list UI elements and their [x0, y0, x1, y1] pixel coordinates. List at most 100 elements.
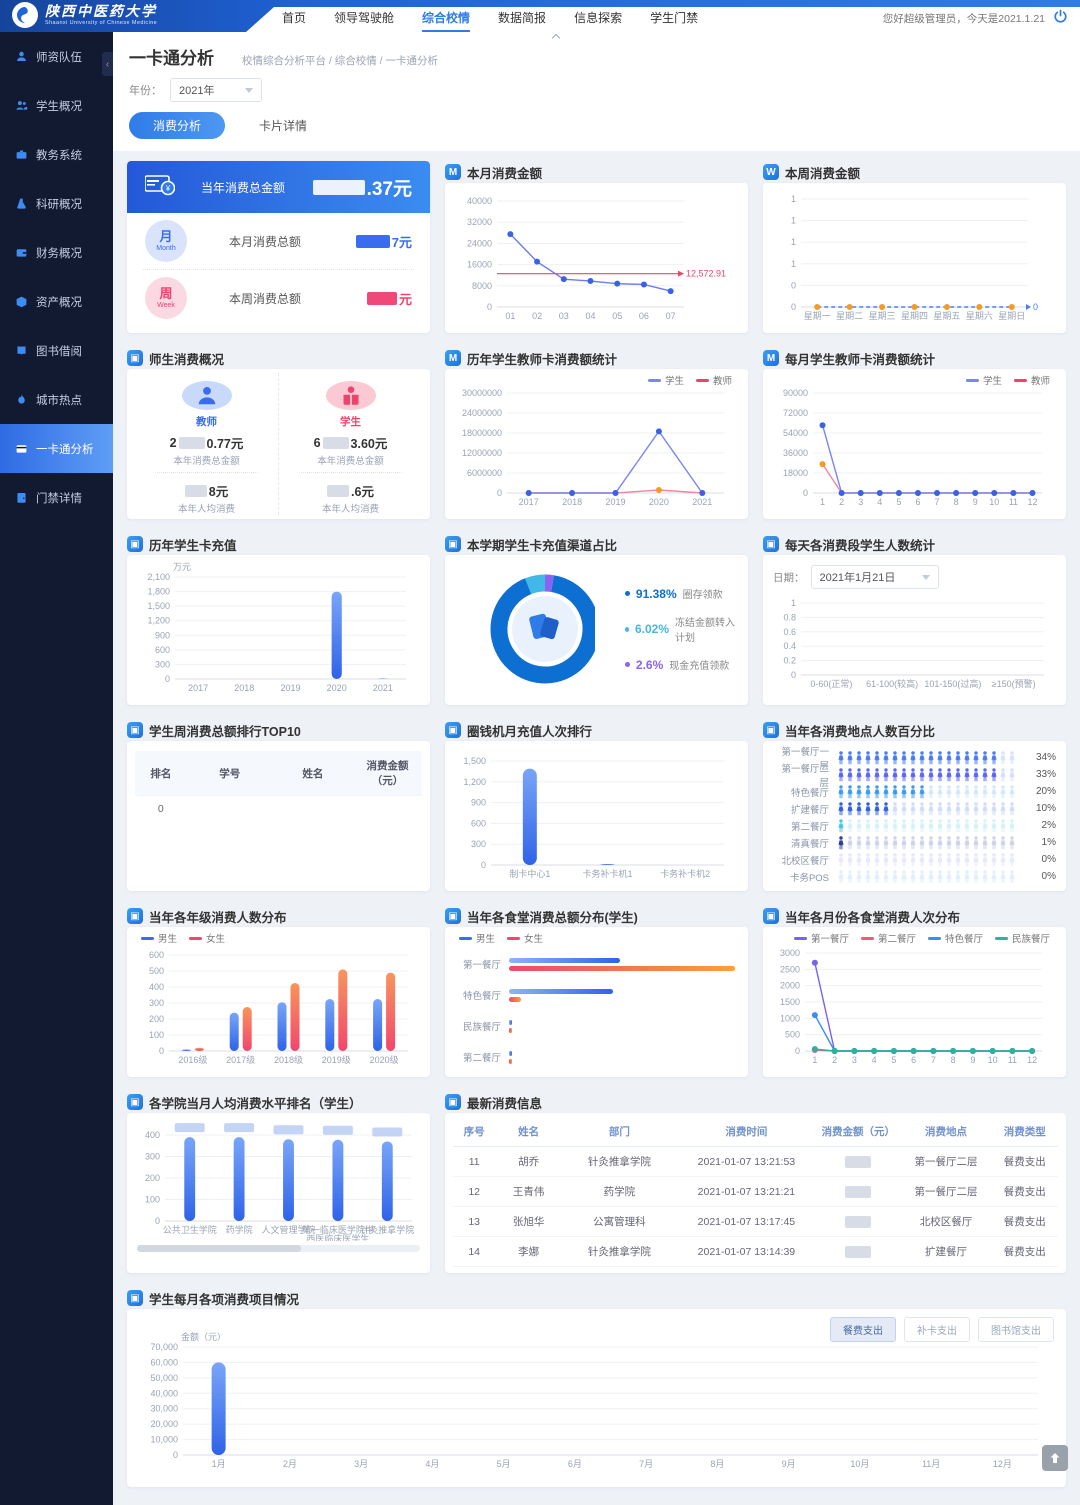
svg-text:5: 5	[891, 1055, 896, 1065]
svg-text:24000: 24000	[467, 238, 492, 248]
person-icon	[999, 768, 1007, 782]
section-title: 每月学生教师卡消费额统计	[785, 349, 935, 368]
person-icon	[837, 836, 845, 850]
nav-item[interactable]: 数据简报	[498, 7, 546, 32]
section-title: 当年各月份各食堂消费人次分布	[785, 907, 960, 926]
tab-consume-analysis[interactable]: 消费分析	[129, 112, 225, 139]
svg-text:星期一: 星期一	[804, 311, 831, 321]
top-bar: 陕西中医药大学 Shaanxi University of Chinese Me…	[0, 0, 1080, 32]
scrollbar-thumb[interactable]	[137, 1245, 301, 1252]
pictogram-row: 第二餐厅2%	[773, 817, 1056, 834]
svg-text:9: 9	[970, 1055, 975, 1065]
card-icon: ▣	[445, 722, 461, 738]
project-filter-button[interactable]: 图书馆支出	[978, 1317, 1054, 1342]
sidebar-item[interactable]: 城市热点	[0, 375, 113, 424]
person-icon	[954, 802, 962, 816]
hbar-row: 第一餐厅	[453, 957, 740, 971]
person-icon	[918, 768, 926, 782]
svg-text:32000: 32000	[467, 217, 492, 227]
year-select[interactable]: 2021年	[170, 78, 262, 102]
person-icon	[846, 836, 854, 850]
chevron-down-icon	[245, 88, 253, 93]
project-filter-button[interactable]: 补卡支出	[904, 1317, 970, 1342]
person-icon	[954, 853, 962, 867]
project-filter-button[interactable]: 餐费支出	[830, 1317, 896, 1342]
svg-text:7: 7	[935, 497, 940, 507]
person-icon	[873, 853, 881, 867]
svg-text:2018级: 2018级	[274, 1054, 303, 1065]
redacted-value	[367, 292, 397, 305]
table-row: 11胡乔针灸推拿学院2021-01-07 13:21:53第一餐厅二层餐费支出	[453, 1147, 1058, 1177]
person-icon	[972, 819, 980, 833]
nav-item[interactable]: 首页	[282, 7, 306, 32]
nav-item[interactable]: 领导驾驶舱	[334, 7, 394, 32]
chart-legend: 男生女生	[459, 931, 543, 945]
sidebar-item[interactable]: 一卡通分析	[0, 424, 113, 473]
svg-text:12: 12	[1027, 1055, 1037, 1065]
person-icon	[945, 768, 953, 782]
svg-text:400: 400	[149, 982, 164, 992]
table-row: 13张旭华公寓管理科2021-01-07 13:17:45北校区餐厅餐费支出	[453, 1207, 1058, 1237]
sidebar-item[interactable]: 门禁详情	[0, 473, 113, 522]
svg-text:03: 03	[559, 311, 569, 321]
person-icon	[999, 785, 1007, 799]
svg-text:8: 8	[954, 497, 959, 507]
svg-text:900: 900	[471, 798, 486, 808]
top-navigation: 首页 领导驾驶舱 综合校情 数据简报 信息探索 学生门禁	[282, 7, 698, 32]
section-title: 最新消费信息	[467, 1093, 542, 1112]
sidebar-item[interactable]: 科研概况	[0, 179, 113, 228]
svg-text:0.8: 0.8	[783, 612, 796, 622]
svg-text:0: 0	[791, 280, 796, 290]
person-icon	[864, 853, 872, 867]
person-icon	[963, 870, 971, 884]
monthly-card-chart: 0180003600054000720009000012345678910111…	[771, 373, 1058, 513]
section-title: 本周消费金额	[785, 163, 860, 182]
svg-text:500: 500	[785, 1030, 800, 1040]
person-icon	[900, 768, 908, 782]
logout-power-icon[interactable]	[1053, 9, 1068, 27]
horizontal-scrollbar[interactable]	[137, 1245, 420, 1252]
nav-item[interactable]: 综合校情	[422, 7, 470, 32]
svg-text:3月: 3月	[354, 1459, 368, 1469]
hbar-row: 第二餐厅	[453, 1050, 740, 1064]
svg-text:8000: 8000	[472, 281, 492, 291]
sidebar-item[interactable]: 资产概况	[0, 277, 113, 326]
svg-text:101-150(过高): 101-150(过高)	[924, 678, 981, 689]
card-icon: ▣	[763, 908, 779, 924]
sidebar-collapse-button[interactable]: ‹	[102, 52, 113, 76]
svg-text:04: 04	[585, 311, 595, 321]
date-select[interactable]: 2021年1月21日	[811, 565, 939, 589]
table-row: 0	[135, 796, 422, 823]
redacted-value	[313, 180, 365, 195]
svg-text:18000: 18000	[783, 468, 808, 478]
svg-text:7: 7	[931, 1055, 936, 1065]
page-title: 一卡通分析	[129, 44, 214, 69]
svg-text:600: 600	[471, 818, 486, 828]
svg-text:1: 1	[791, 237, 796, 247]
nav-item[interactable]: 学生门禁	[650, 7, 698, 32]
sidebar-item[interactable]: 学生概况	[0, 81, 113, 130]
nav-item[interactable]: 信息探索	[574, 7, 622, 32]
person-icon	[927, 751, 935, 765]
svg-text:6: 6	[911, 1055, 916, 1065]
sidebar-item[interactable]: 财务概况	[0, 228, 113, 277]
back-to-top-button[interactable]	[1042, 1445, 1068, 1471]
section-title: 本学期学生卡充值渠道占比	[467, 535, 617, 554]
tab-card-detail[interactable]: 卡片详情	[259, 117, 307, 134]
svg-text:02: 02	[532, 311, 542, 321]
person-icon	[900, 819, 908, 833]
nav-collapse-chevron[interactable]	[541, 32, 571, 43]
sidebar-item[interactable]: 师资队伍	[0, 32, 113, 81]
svg-text:6: 6	[915, 497, 920, 507]
card-icon: M	[445, 164, 461, 180]
person-icon	[873, 870, 881, 884]
svg-text:70,000: 70,000	[150, 1342, 178, 1352]
svg-text:30,000: 30,000	[150, 1404, 178, 1414]
section-title: 历年学生卡充值	[149, 535, 237, 554]
card-icon: ▣	[127, 1290, 143, 1306]
card-icon: ▣	[445, 908, 461, 924]
person-icon	[981, 802, 989, 816]
sidebar-item[interactable]: 教务系统	[0, 130, 113, 179]
sidebar-item[interactable]: 图书借阅	[0, 326, 113, 375]
svg-text:药学院: 药学院	[226, 1224, 253, 1235]
